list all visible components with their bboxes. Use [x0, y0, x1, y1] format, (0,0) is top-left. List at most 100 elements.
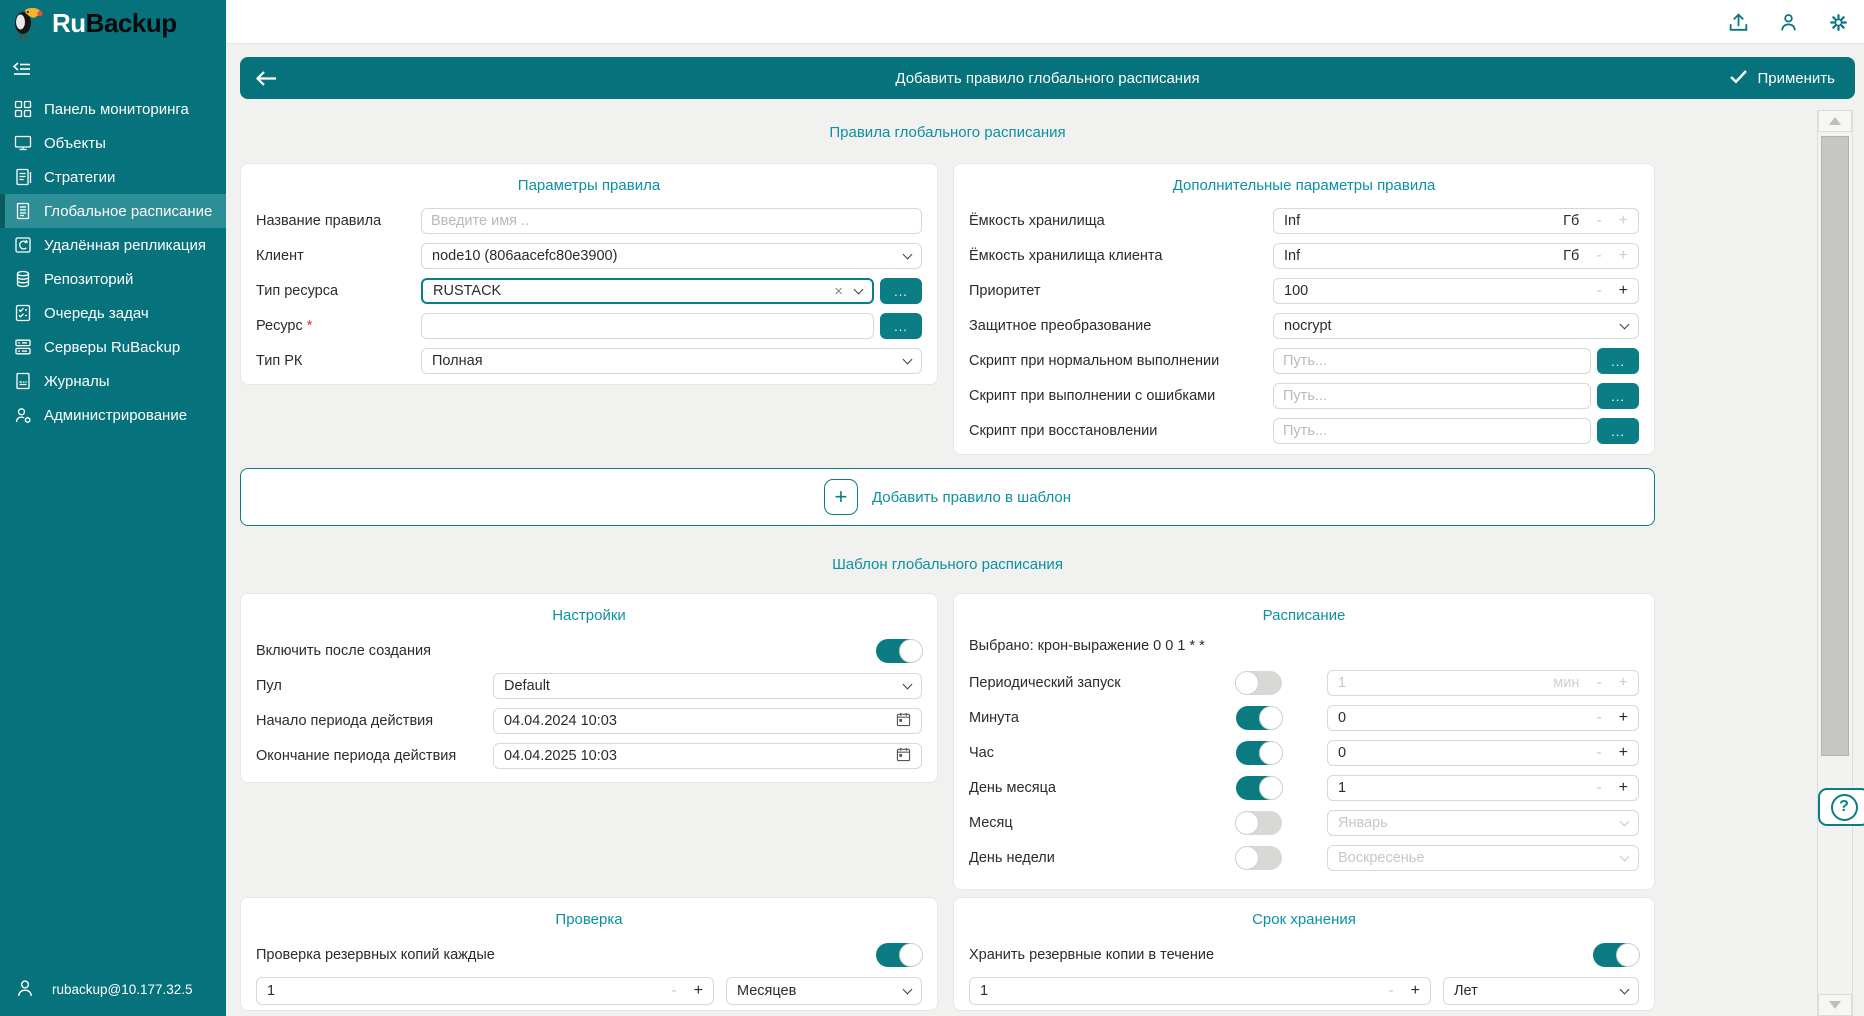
decrement-button[interactable]: - [671, 982, 676, 1000]
sidebar-item-administration[interactable]: Администрирование [0, 398, 226, 432]
decrement-button[interactable]: - [1596, 282, 1601, 300]
backup-type-value: Полная [432, 353, 483, 369]
sidebar-item-task-queue[interactable]: Очередь задач [0, 296, 226, 330]
minute-toggle[interactable] [1236, 706, 1282, 730]
sidebar-item-logs[interactable]: Журналы [0, 364, 226, 398]
increment-button[interactable]: + [1411, 982, 1420, 1000]
script-restore-input[interactable] [1273, 418, 1591, 444]
scrollbar-up-button[interactable] [1818, 110, 1852, 132]
increment-button[interactable]: + [1619, 212, 1628, 230]
card-title: Настройки [256, 607, 922, 624]
sidebar-item-objects[interactable]: Объекты [0, 126, 226, 160]
gear-icon[interactable] [1827, 11, 1850, 34]
retention-toggle[interactable] [1593, 943, 1639, 967]
increment-button[interactable]: + [694, 982, 703, 1000]
crypt-select[interactable]: nocrypt [1273, 313, 1639, 339]
script-err-input[interactable] [1273, 383, 1591, 409]
sidebar-item-label: Удалённая репликация [44, 237, 206, 254]
increment-button[interactable]: + [1619, 709, 1628, 727]
add-rule-to-template-button[interactable]: + Добавить правило в шаблон [240, 468, 1655, 526]
day-of-week-label: День недели [969, 850, 1236, 866]
schedule-icon [13, 201, 33, 221]
client-label: Клиент [256, 248, 421, 264]
script-err-browse-button[interactable]: ... [1597, 383, 1639, 409]
sidebar-item-repository[interactable]: Репозиторий [0, 262, 226, 296]
repository-icon [13, 269, 33, 289]
increment-button[interactable]: + [1619, 282, 1628, 300]
sidebar-item-strategies[interactable]: Стратегии [0, 160, 226, 194]
minute-value: 0 [1338, 710, 1346, 726]
scrollbar-thumb[interactable] [1821, 136, 1849, 756]
month-select[interactable]: Январь [1327, 810, 1639, 836]
periodic-run-input[interactable]: 1 мин-+ [1327, 670, 1639, 696]
day-of-week-select[interactable]: Воскресенье [1327, 845, 1639, 871]
hour-toggle[interactable] [1236, 741, 1282, 765]
sidebar-item-servers[interactable]: Серверы RuBackup [0, 330, 226, 364]
client-capacity-unit: Гб [1563, 248, 1579, 264]
hour-input[interactable]: 0 -+ [1327, 740, 1639, 766]
decrement-button[interactable]: - [1596, 247, 1601, 265]
priority-input[interactable]: 100 -+ [1273, 278, 1639, 304]
capacity-input[interactable]: Inf Гб-+ [1273, 208, 1639, 234]
user-account-icon[interactable] [1777, 11, 1800, 34]
script-restore-browse-button[interactable]: ... [1597, 418, 1639, 444]
retention-unit-select[interactable]: Лет [1443, 977, 1639, 1005]
decrement-button[interactable]: - [1596, 779, 1601, 797]
increment-button[interactable]: + [1619, 744, 1628, 762]
upload-icon[interactable] [1727, 11, 1750, 34]
card-title: Расписание [969, 607, 1639, 624]
sidebar-item-monitoring[interactable]: Панель мониторинга [0, 92, 226, 126]
decrement-button[interactable]: - [1596, 709, 1601, 727]
vertical-scrollbar[interactable] [1817, 110, 1853, 1016]
extra-params-card: Дополнительные параметры правила Ёмкость… [953, 163, 1655, 455]
verify-interval-input[interactable]: 1 -+ [256, 977, 714, 1005]
day-of-month-input[interactable]: 1 -+ [1327, 775, 1639, 801]
resource-type-combo[interactable]: RUSTACK × [421, 278, 874, 304]
script-ok-input[interactable] [1273, 348, 1591, 374]
sidebar-item-remote-replication[interactable]: Удалённая репликация [0, 228, 226, 262]
chevron-down-icon [1620, 852, 1630, 862]
verify-unit-select[interactable]: Месяцев [726, 977, 922, 1005]
clear-icon[interactable]: × [834, 283, 843, 300]
month-toggle[interactable] [1236, 811, 1282, 835]
verify-toggle[interactable] [876, 943, 922, 967]
client-capacity-input[interactable]: Inf Гб-+ [1273, 243, 1639, 269]
resource-label: Ресурс* [256, 318, 421, 334]
priority-label: Приоритет [969, 283, 1273, 299]
help-button[interactable]: ? [1818, 788, 1864, 826]
crypt-label: Защитное преобразование [969, 318, 1273, 334]
resource-type-label: Тип ресурса [256, 283, 421, 299]
calendar-icon[interactable] [896, 747, 911, 766]
required-mark: * [307, 318, 313, 334]
sidebar-item-global-schedule[interactable]: Глобальное расписание [0, 194, 226, 228]
main-content: Добавить правило глобального расписания … [226, 44, 1864, 1016]
day-of-month-toggle[interactable] [1236, 776, 1282, 800]
resource-input[interactable] [421, 313, 874, 339]
apply-button[interactable]: Применить [1729, 69, 1835, 88]
period-start-input[interactable]: 04.04.2024 10:03 [493, 708, 922, 734]
increment-button[interactable]: + [1619, 247, 1628, 265]
sidebar-collapse-icon[interactable] [10, 60, 36, 82]
verify-interval-value: 1 [267, 983, 275, 999]
day-of-week-toggle[interactable] [1236, 846, 1282, 870]
backup-type-select[interactable]: Полная [421, 348, 922, 374]
scrollbar-down-button[interactable] [1818, 994, 1852, 1016]
decrement-button[interactable]: - [1596, 674, 1601, 692]
decrement-button[interactable]: - [1388, 982, 1393, 1000]
increment-button[interactable]: + [1619, 779, 1628, 797]
minute-input[interactable]: 0 -+ [1327, 705, 1639, 731]
decrement-button[interactable]: - [1596, 744, 1601, 762]
resource-browse-button[interactable]: ... [880, 313, 922, 339]
pool-select[interactable]: Default [493, 673, 922, 699]
client-select[interactable]: node10 (806aacefc80e3900) [421, 243, 922, 269]
calendar-icon[interactable] [896, 712, 911, 731]
retention-interval-input[interactable]: 1 -+ [969, 977, 1431, 1005]
script-ok-browse-button[interactable]: ... [1597, 348, 1639, 374]
resource-type-browse-button[interactable]: ... [880, 278, 922, 304]
periodic-run-toggle[interactable] [1236, 671, 1282, 695]
increment-button[interactable]: + [1619, 674, 1628, 692]
decrement-button[interactable]: - [1596, 212, 1601, 230]
rule-name-input[interactable] [421, 208, 922, 234]
enable-after-create-toggle[interactable] [876, 639, 922, 663]
period-end-input[interactable]: 04.04.2025 10:03 [493, 743, 922, 769]
